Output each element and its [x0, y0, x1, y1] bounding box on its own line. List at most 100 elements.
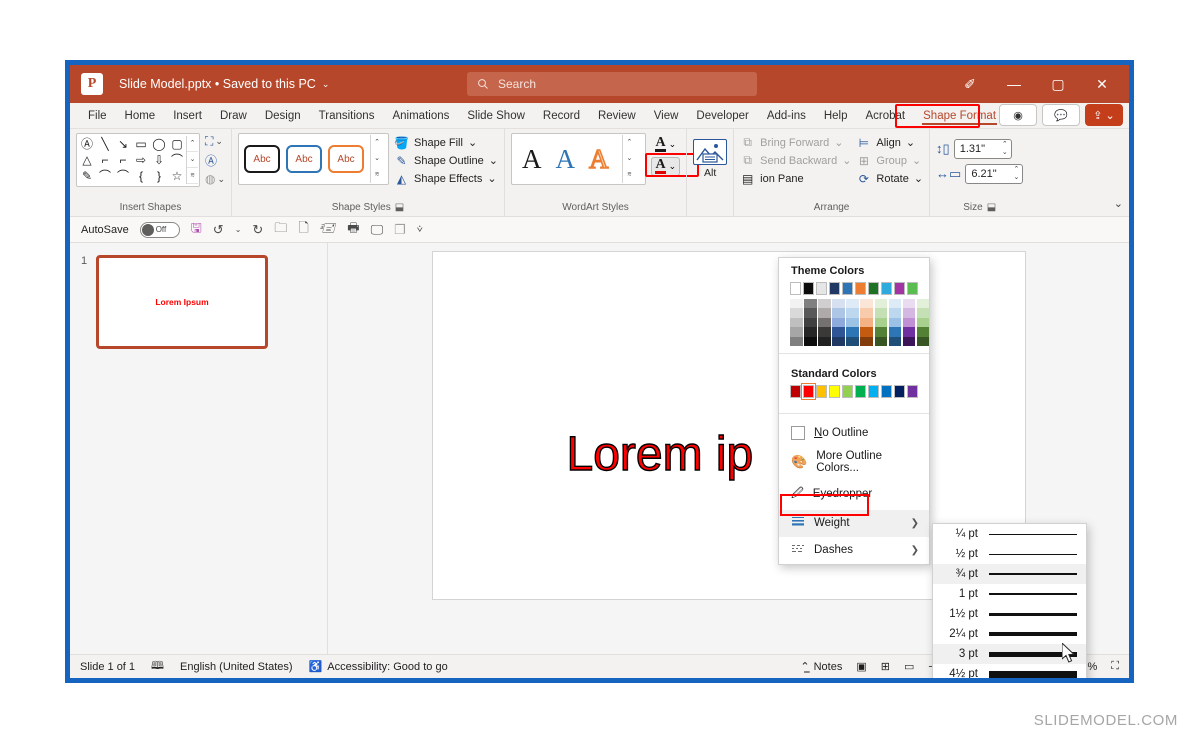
shape-right-brace-icon[interactable]: } [157, 170, 161, 182]
theme-color-variant-column[interactable] [902, 298, 916, 346]
menu-item-no-outline[interactable]: NNo Outlineo Outline [779, 421, 929, 445]
slide-thumbnail-pane[interactable]: 1 Lorem Ipsum [70, 243, 328, 654]
rotate-button[interactable]: ⟳ Rotate ⌄ [856, 171, 923, 186]
chevron-down-icon[interactable]: ⌄ [487, 172, 496, 185]
theme-color-swatch[interactable] [854, 282, 867, 295]
group-button[interactable]: ⊞ Group ⌄ [856, 153, 923, 168]
scroll-down-icon[interactable]: ⌄ [623, 151, 635, 167]
menu-item-more-outline-colors[interactable]: 🎨 More Outline Colors... [779, 445, 929, 479]
shape-style-preset-2[interactable]: Abc [286, 145, 323, 173]
send-backward-button[interactable]: ⧉ Send Backward ⌄ [740, 153, 851, 168]
theme-color-swatch[interactable] [832, 317, 845, 327]
theme-color-swatch[interactable] [902, 317, 916, 327]
tab-transitions[interactable]: Transitions [310, 107, 384, 125]
shape-width-input[interactable]: 6.21" ⌃ ⌄ [965, 164, 1024, 184]
print-preview-icon[interactable]: 🖶 [347, 219, 359, 241]
theme-color-swatch[interactable] [860, 308, 873, 318]
shape-effects-button[interactable]: ◭ Shape Effects ⌄ [394, 171, 498, 186]
autosave-toggle[interactable]: Off [139, 221, 180, 238]
weight-option[interactable]: 2¼ pt [933, 624, 1086, 644]
standard-color-swatch[interactable] [800, 383, 817, 400]
shape-arc-icon[interactable]: ⌒ [117, 170, 129, 182]
theme-color-swatch[interactable] [888, 298, 902, 308]
alt-text-icon[interactable] [693, 139, 728, 165]
text-outline-dropdown[interactable]: Theme Colors Standard Colors NNo Outline… [778, 257, 930, 565]
theme-color-swatch[interactable] [818, 308, 831, 318]
shape-rounded-rect-icon[interactable]: ▢ [171, 138, 182, 150]
theme-color-swatch[interactable] [874, 308, 888, 318]
theme-color-swatch[interactable] [874, 336, 888, 346]
theme-color-swatch[interactable] [790, 298, 803, 308]
theme-color-variant-column[interactable] [860, 298, 873, 346]
text-fill-button[interactable]: A ⌄ [652, 136, 679, 153]
theme-color-swatch[interactable] [846, 327, 859, 337]
chevron-down-icon[interactable]: ⌄ [489, 154, 498, 167]
chevron-down-icon[interactable]: ⌄ [914, 172, 923, 185]
gallery-expand-icon[interactable]: ⩳ [623, 167, 635, 183]
dialog-launcher-icon[interactable]: ⬓ [987, 202, 996, 213]
selection-pane-button[interactable]: ▤ ion Pane [740, 171, 851, 186]
text-outline-button[interactable]: A ⌄ [651, 157, 681, 176]
redo-icon[interactable]: ↻ [252, 222, 263, 238]
tab-view[interactable]: View [645, 107, 688, 125]
tab-developer[interactable]: Developer [687, 107, 757, 125]
scroll-up-icon[interactable]: ⌃ [371, 135, 383, 151]
chevron-down-icon[interactable]: ⌄ [834, 136, 843, 149]
notes-page-icon[interactable]: 🕮 [151, 657, 164, 676]
theme-color-swatch[interactable] [804, 327, 817, 337]
theme-color-swatch[interactable] [846, 298, 859, 308]
gallery-expand-icon[interactable]: ⩳ [187, 168, 198, 184]
tab-slide-show[interactable]: Slide Show [458, 107, 534, 125]
wordart-gallery-scroll[interactable]: ⌃ ⌄ ⩳ [622, 135, 635, 183]
theme-color-swatch[interactable] [790, 336, 803, 346]
start-show-icon[interactable]: 🖵 [371, 222, 384, 238]
weight-option[interactable]: 1 pt [933, 584, 1086, 604]
comments-button[interactable]: 💬 [1042, 104, 1080, 126]
chevron-down-icon[interactable]: ⌄ [842, 154, 851, 167]
theme-color-swatch[interactable] [888, 317, 902, 327]
new-icon[interactable]: 🗋 [298, 219, 308, 241]
shape-star-icon[interactable]: ☆ [172, 170, 183, 182]
shape-block-arrow-icon[interactable]: ⇨ [136, 154, 146, 166]
document-title[interactable]: Slide Model.pptx • Saved to this PC ⌄ [119, 77, 329, 91]
theme-color-variant-column[interactable] [888, 298, 902, 346]
scroll-down-icon[interactable]: ⌄ [187, 152, 198, 168]
minimize-button[interactable]: — [993, 68, 1035, 100]
weight-option[interactable]: ¾ pt [933, 564, 1086, 584]
theme-color-swatch[interactable] [888, 336, 902, 346]
theme-color-swatch[interactable] [846, 317, 859, 327]
theme-color-swatch[interactable] [888, 327, 902, 337]
theme-color-variant-column[interactable] [832, 298, 845, 346]
theme-color-swatch[interactable] [860, 317, 873, 327]
shape-elbow-arrow-icon[interactable]: ⌐ [119, 154, 126, 166]
menu-item-eyedropper[interactable]: 🖉 Eyedropper [779, 479, 929, 510]
view-normal-button[interactable]: ▣ [856, 660, 866, 673]
theme-color-variant-column[interactable] [818, 298, 831, 346]
theme-color-swatch[interactable] [916, 336, 930, 346]
theme-color-variant-column[interactable] [846, 298, 859, 346]
view-reading-button[interactable]: ▭ [904, 660, 914, 673]
tab-animations[interactable]: Animations [383, 107, 458, 125]
theme-color-swatch[interactable] [832, 336, 845, 346]
theme-color-swatch[interactable] [874, 298, 888, 308]
standard-color-swatch[interactable] [815, 385, 828, 398]
chevron-down-icon[interactable]: ⌄ [235, 225, 242, 234]
more-icon[interactable]: ⩒ [417, 224, 423, 235]
shape-arrow-icon[interactable]: ↘ [118, 138, 128, 150]
theme-color-swatch[interactable] [846, 308, 859, 318]
wordart-preset-3[interactable]: A [588, 144, 609, 173]
theme-color-swatch[interactable] [860, 336, 873, 346]
shapes-gallery-scroll[interactable]: ⌃ ⌄ ⩳ [186, 136, 198, 184]
tab-home[interactable]: Home [116, 107, 165, 125]
chevron-down-icon[interactable]: ⌄ [322, 79, 330, 90]
standard-color-swatch[interactable] [790, 385, 802, 398]
theme-color-swatch[interactable] [790, 327, 803, 337]
theme-color-swatch[interactable] [841, 282, 854, 295]
theme-color-swatch[interactable] [832, 308, 845, 318]
shape-oval-icon[interactable]: ◯ [152, 138, 165, 150]
theme-color-swatch[interactable] [902, 327, 916, 337]
theme-color-swatch[interactable] [916, 308, 930, 318]
theme-color-swatch[interactable] [893, 282, 905, 295]
theme-color-swatch[interactable] [818, 327, 831, 337]
share-button[interactable]: ⇪ ⌄ [1085, 104, 1123, 126]
